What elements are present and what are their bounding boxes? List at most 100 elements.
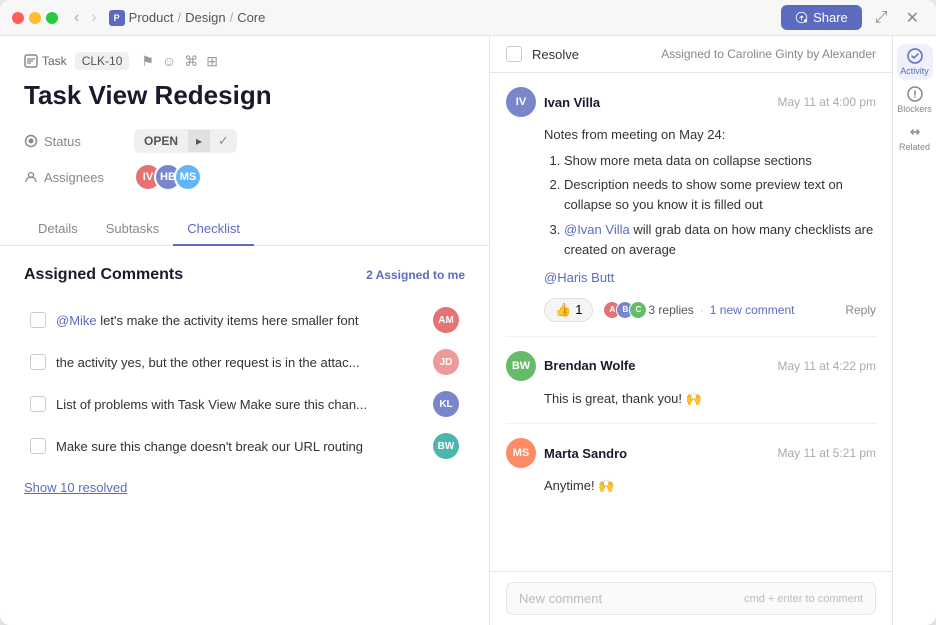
comment-body-1: Notes from meeting on May 24: Show more … [506, 125, 876, 288]
new-comment-link-1[interactable]: 1 new comment [710, 303, 795, 317]
comment-intro-1: Notes from meeting on May 24: [544, 125, 876, 145]
task-type-icon [24, 54, 38, 68]
new-comment-hint: cmd + enter to comment [744, 593, 863, 605]
status-check[interactable]: ✓ [210, 129, 237, 153]
comment-author-3: Marta Sandro [544, 446, 770, 461]
comment-author-1: Ivan Villa [544, 95, 770, 110]
mention-ivan: @Ivan Villa [564, 222, 630, 237]
emoji-icon[interactable]: ☺ [162, 53, 176, 70]
breadcrumb-core[interactable]: Core [237, 10, 265, 25]
tab-details[interactable]: Details [24, 213, 92, 246]
share-icon [795, 11, 808, 24]
replies-count-1[interactable]: 3 replies [648, 303, 693, 317]
resolve-checkbox[interactable] [506, 46, 522, 62]
comment-body-3: Anytime! 🙌 [506, 476, 876, 496]
share-label: Share [813, 10, 848, 25]
blockers-label: Blockers [897, 104, 932, 114]
assigned-info: Assigned to Caroline Ginty by Alexander [661, 47, 876, 61]
assignee-avatar-3[interactable]: MS [174, 163, 202, 191]
task-title: Task View Redesign [24, 80, 465, 111]
checklist-header: Assigned Comments 2 Assigned to me [24, 266, 465, 284]
checklist-section: Assigned Comments 2 Assigned to me @Mike… [0, 246, 489, 515]
mention-haris[interactable]: @Haris Butt [544, 270, 614, 285]
comment-time-3: May 11 at 5:21 pm [778, 446, 877, 460]
checklist-checkbox-4[interactable] [30, 438, 46, 454]
assignees-field-label: Assignees [24, 170, 134, 185]
blockers-icon [907, 86, 923, 102]
breadcrumb-design[interactable]: Design [185, 10, 225, 25]
task-type-label: Task [42, 54, 67, 68]
breadcrumb-product[interactable]: Product [129, 10, 174, 25]
flag-icon[interactable]: ⚑ [141, 53, 154, 70]
comment-block-3: MS Marta Sandro May 11 at 5:21 pm Anytim… [506, 424, 876, 510]
main-content: Task CLK-10 ⚑ ☺ ⌘ ⊞ Task View Redesign [0, 36, 936, 625]
checklist-text-3: List of problems with Task View Make sur… [56, 397, 423, 412]
close-dot[interactable] [12, 12, 24, 24]
task-meta: Task CLK-10 ⚑ ☺ ⌘ ⊞ [24, 52, 465, 70]
maximize-dot[interactable] [46, 12, 58, 24]
task-type-item: Task [24, 54, 67, 68]
checklist-assignee-3: KL [433, 391, 459, 417]
activity-label: Activity [900, 66, 929, 76]
reaction-count-1: 1 [575, 302, 582, 317]
sidebar-related-button[interactable]: Related [897, 120, 933, 156]
resize-button[interactable]: ⤢ [870, 6, 893, 30]
titlebar-actions: Share ⤢ ✕ [781, 5, 924, 31]
comment-text-3: Anytime! 🙌 [544, 476, 876, 496]
forward-button[interactable]: › [87, 7, 100, 29]
show-resolved-button[interactable]: Show 10 resolved [24, 480, 127, 495]
product-icon: P [109, 10, 125, 26]
assigned-to-me[interactable]: 2 Assigned to me [366, 268, 465, 282]
close-button[interactable]: ✕ [901, 5, 924, 31]
new-comment-input-wrapper[interactable]: New comment cmd + enter to comment [506, 582, 876, 615]
right-panel: Resolve Assigned to Caroline Ginty by Al… [490, 36, 936, 625]
comment-header-1: IV Ivan Villa May 11 at 4:00 pm [506, 87, 876, 117]
app-window: ‹ › P Product / Design / Core Share ⤢ ✕ [0, 0, 936, 625]
attach-icon[interactable]: ⊞ [206, 53, 218, 70]
reply-button-1[interactable]: Reply [845, 303, 876, 317]
sidebar-activity-button[interactable]: Activity [897, 44, 933, 80]
comment-list-1: Show more meta data on collapse sections… [544, 151, 876, 260]
checklist-checkbox-3[interactable] [30, 396, 46, 412]
comments-scroll[interactable]: IV Ivan Villa May 11 at 4:00 pm Notes fr… [490, 73, 892, 571]
checklist-checkbox-1[interactable] [30, 312, 46, 328]
left-panel: Task CLK-10 ⚑ ☺ ⌘ ⊞ Task View Redesign [0, 36, 490, 625]
task-id: CLK-10 [75, 52, 130, 70]
comment-author-2: Brendan Wolfe [544, 358, 770, 373]
checklist-text-4: Make sure this change doesn't break our … [56, 439, 423, 454]
checklist-item: List of problems with Task View Make sur… [24, 384, 465, 424]
reaction-button-1[interactable]: 👍 1 [544, 298, 593, 322]
share-button[interactable]: Share [781, 5, 862, 30]
minimize-dot[interactable] [29, 12, 41, 24]
checklist-text-2: the activity yes, but the other request … [56, 355, 423, 370]
checklist-assignee-2: JD [433, 349, 459, 375]
assignees-row: Assignees IV HB MS [24, 163, 465, 191]
checklist-title: Assigned Comments [24, 266, 183, 284]
comment-list-item-3: @Ivan Villa will grab data on how many c… [564, 220, 876, 260]
tab-subtasks[interactable]: Subtasks [92, 213, 173, 246]
status-row: Status OPEN ▸ ✓ [24, 129, 465, 153]
comment-header-3: MS Marta Sandro May 11 at 5:21 pm [506, 438, 876, 468]
comment-block-1: IV Ivan Villa May 11 at 4:00 pm Notes fr… [506, 73, 876, 337]
comment-block-2: BW Brendan Wolfe May 11 at 4:22 pm This … [506, 337, 876, 424]
assignees-icon [24, 170, 38, 184]
comment-footer-1: 👍 1 A B C 3 replies [506, 298, 876, 322]
related-icon [907, 124, 923, 140]
assignee-avatars[interactable]: IV HB MS [134, 163, 202, 191]
breadcrumb: P Product / Design / Core [109, 10, 266, 26]
comment-text-2: This is great, thank you! 🙌 [544, 389, 876, 409]
back-button[interactable]: ‹ [70, 7, 83, 29]
checklist-item: Make sure this change doesn't break our … [24, 426, 465, 466]
comment-body-2: This is great, thank you! 🙌 [506, 389, 876, 409]
sidebar-blockers-button[interactable]: Blockers [897, 82, 933, 118]
task-meta-icons: ⚑ ☺ ⌘ ⊞ [141, 53, 218, 70]
tab-checklist[interactable]: Checklist [173, 213, 254, 246]
checklist-text-1: @Mike let's make the activity items here… [56, 313, 423, 328]
checklist-checkbox-2[interactable] [30, 354, 46, 370]
window-controls [12, 12, 58, 24]
nav-arrows: ‹ › [70, 7, 101, 29]
comment-avatar-2: BW [506, 351, 536, 381]
status-arrow[interactable]: ▸ [188, 130, 210, 152]
right-panel-body: Resolve Assigned to Caroline Ginty by Al… [490, 36, 936, 625]
tag-icon[interactable]: ⌘ [184, 53, 198, 70]
